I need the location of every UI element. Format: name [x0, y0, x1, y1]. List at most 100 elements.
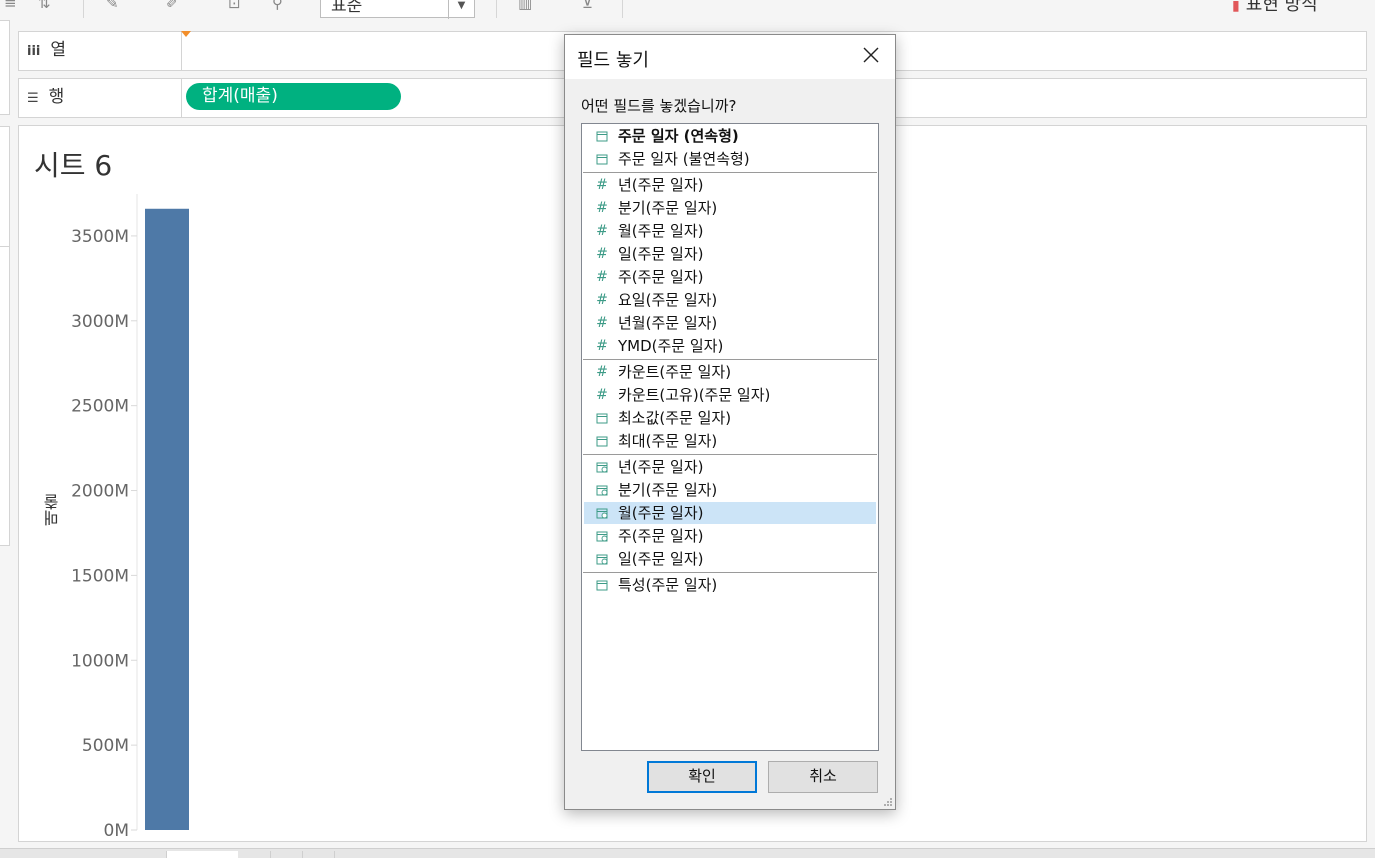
calendar-clock-icon: [594, 525, 610, 547]
tab-divider: [302, 851, 303, 858]
toolbar-icon[interactable]: ≡: [4, 0, 17, 12]
dialog-question: 어떤 필드를 놓겠습니까?: [581, 97, 737, 115]
field-list-item-label: 카운트(고유)(주문 일자): [618, 386, 771, 404]
show-me-button[interactable]: ▮ 표현 방식: [1232, 0, 1318, 16]
label-icon[interactable]: ⊡: [228, 0, 241, 12]
hash-icon: #: [596, 269, 608, 285]
field-list-item-label: 주(주문 일자): [618, 268, 704, 286]
hash-icon: #: [596, 200, 608, 216]
annotate-icon[interactable]: ✐: [166, 0, 179, 12]
field-list-item[interactable]: 특성(주문 일자): [584, 574, 876, 596]
field-list-item-label: 최소값(주문 일자): [618, 409, 732, 427]
field-list-item-label: 일(주문 일자): [618, 550, 704, 568]
field-list-item[interactable]: # 요일(주문 일자): [584, 289, 876, 311]
field-list-item[interactable]: # 년월(주문 일자): [584, 312, 876, 334]
hash-icon: #: [596, 223, 608, 239]
field-list-item[interactable]: # 카운트(주문 일자): [584, 361, 876, 383]
bar[interactable]: [145, 208, 189, 830]
field-list-item[interactable]: 주문 일자 (불연속형): [584, 148, 876, 170]
fit-select[interactable]: 표준 ▼: [320, 0, 475, 19]
toolbar-divider: [496, 0, 497, 18]
calendar-clock-icon: [594, 456, 610, 478]
calendar-clock-icon: [594, 479, 610, 501]
field-list-item[interactable]: 분기(주문 일자): [584, 479, 876, 501]
field-list-item-label: 년월(주문 일자): [618, 314, 718, 332]
field-list-item-label: 분기(주문 일자): [618, 199, 718, 217]
tab-divider: [334, 851, 335, 858]
field-list-item-label: 최대(주문 일자): [618, 432, 718, 450]
pane-card: [0, 126, 10, 248]
field-list-item[interactable]: # 분기(주문 일자): [584, 197, 876, 219]
field-list-item[interactable]: 주(주문 일자): [584, 525, 876, 547]
rows-label-text: 행: [48, 87, 65, 107]
field-list-item[interactable]: # 주(주문 일자): [584, 266, 876, 288]
hash-icon: #: [596, 338, 608, 354]
field-list-item-label: 주(주문 일자): [618, 527, 704, 545]
field-list[interactable]: 주문 일자 (연속형) 주문 일자 (불연속형) # 년(주문 일자) # 분기(주문 일…: [581, 123, 879, 751]
field-list-item-label: 년(주문 일자): [618, 176, 704, 194]
cancel-button[interactable]: 취소: [768, 761, 878, 793]
field-list-item[interactable]: # 카운트(고유)(주문 일자): [584, 384, 876, 406]
pane-card: [0, 20, 10, 115]
field-list-item-label: 분기(주문 일자): [618, 481, 718, 499]
y-tick-label: 2500M: [71, 397, 129, 417]
hash-icon: #: [596, 364, 608, 380]
calendar-icon: [594, 407, 610, 429]
close-icon[interactable]: [861, 45, 881, 65]
y-tick-label: 3000M: [71, 312, 129, 332]
presentation-icon[interactable]: ▥: [518, 0, 532, 12]
field-list-item-label: 주문 일자 (연속형): [618, 127, 739, 145]
drop-marker-icon: [181, 31, 191, 37]
calendar-icon: [594, 125, 610, 147]
field-list-item-label: 일(주문 일자): [618, 245, 704, 263]
pane-card: [0, 246, 10, 546]
hash-icon: #: [596, 315, 608, 331]
field-list-item-label: 요일(주문 일자): [618, 291, 718, 309]
field-list-item[interactable]: # 월(주문 일자): [584, 220, 876, 242]
field-list-item-label: 특성(주문 일자): [618, 576, 718, 594]
sum-sales-pill[interactable]: 합계(매출): [186, 83, 401, 110]
sort-icon[interactable]: ⇅: [38, 0, 51, 12]
resize-grip-icon[interactable]: [883, 797, 893, 807]
y-tick-label: 1000M: [71, 651, 129, 671]
field-list-item[interactable]: 일(주문 일자): [584, 548, 876, 570]
calendar-icon: [594, 430, 610, 452]
field-list-item-label: 년(주문 일자): [618, 458, 704, 476]
calendar-clock-icon: [594, 548, 610, 570]
hash-icon: #: [596, 387, 608, 403]
field-list-item[interactable]: 월(주문 일자): [584, 502, 876, 524]
y-tick-label: 500M: [82, 736, 129, 756]
calendar-icon: [594, 574, 610, 596]
list-divider: [583, 359, 877, 360]
field-list-item-label: 주문 일자 (불연속형): [618, 150, 750, 168]
share-icon[interactable]: ⊻: [582, 0, 593, 12]
sheet-tab[interactable]: [166, 851, 238, 858]
field-list-item[interactable]: 최소값(주문 일자): [584, 407, 876, 429]
left-pane-edge: [0, 20, 12, 858]
field-list-item[interactable]: # 일(주문 일자): [584, 243, 876, 265]
show-me-label: 표현 방식: [1245, 0, 1318, 15]
calendar-clock-icon: [594, 502, 610, 524]
highlight-icon[interactable]: ✎: [106, 0, 119, 12]
field-list-item-label: 월(주문 일자): [618, 222, 704, 240]
hash-icon: #: [596, 292, 608, 308]
drop-field-dialog: 필드 놓기 어떤 필드를 놓겠습니까? 주문 일자 (연속형) 주문 일자 (불연…: [564, 34, 896, 810]
list-divider: [583, 454, 877, 455]
field-list-item[interactable]: 최대(주문 일자): [584, 430, 876, 452]
calendar-icon: [594, 148, 610, 170]
dialog-titlebar: 필드 놓기: [565, 35, 895, 79]
y-tick-label: 2000M: [71, 482, 129, 502]
field-list-item[interactable]: 주문 일자 (연속형): [584, 125, 876, 147]
bar-chart-icon: ▮: [1232, 0, 1240, 14]
ok-button[interactable]: 확인: [647, 761, 757, 793]
field-list-item-label: 월(주문 일자): [618, 504, 704, 522]
pin-icon[interactable]: ⚲: [272, 0, 283, 12]
field-list-item[interactable]: # YMD(주문 일자): [584, 335, 876, 357]
columns-shelf-label: iii 열: [19, 32, 182, 70]
field-list-item[interactable]: # 년(주문 일자): [584, 174, 876, 196]
fit-select-value: 표준: [331, 0, 363, 16]
toolbar: ≡ ⇅ ✎ ✐ ⊡ ⚲ 표준 ▼ ▥ ⊻ ▮ 표현 방식: [0, 0, 1375, 20]
field-list-item[interactable]: 년(주문 일자): [584, 456, 876, 478]
columns-icon: iii: [27, 44, 41, 59]
hash-icon: #: [596, 246, 608, 262]
